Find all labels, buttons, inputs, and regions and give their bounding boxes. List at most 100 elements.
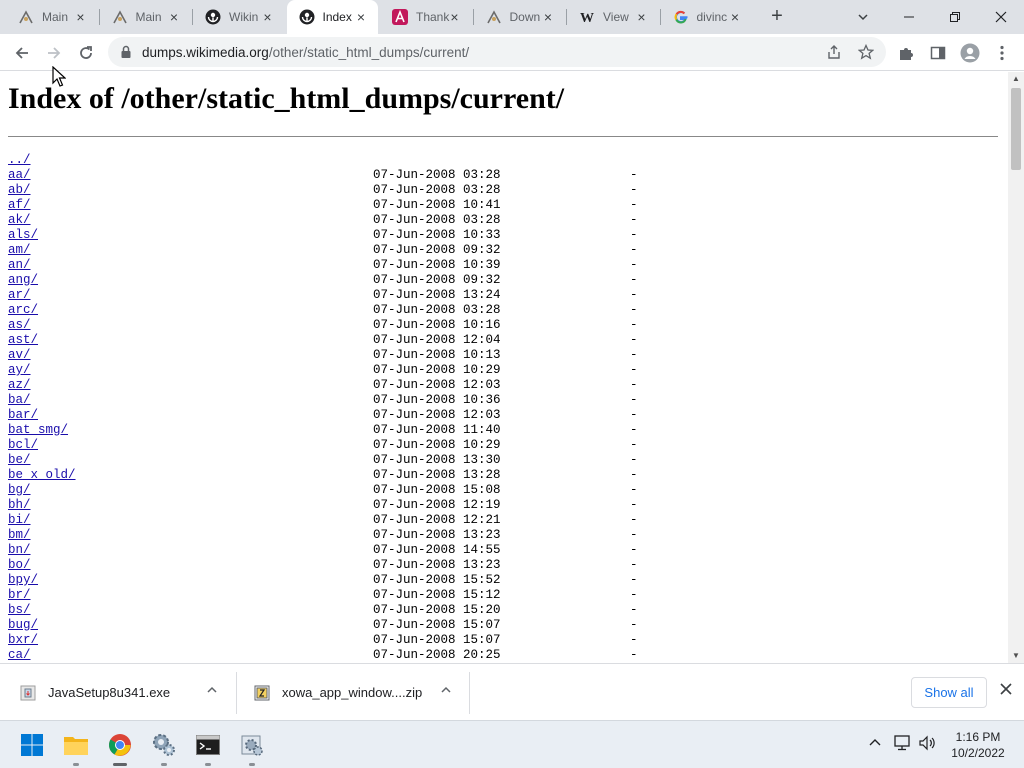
scroll-down-arrow-icon[interactable]: ▼: [1008, 649, 1024, 663]
directory-link[interactable]: ang/: [8, 273, 38, 288]
tab-close-icon[interactable]: ×: [541, 10, 555, 24]
close-window-button[interactable]: [978, 0, 1024, 34]
directory-link[interactable]: ay/: [8, 363, 31, 378]
modified-date: 07-Jun-2008 15:52: [373, 573, 501, 587]
directory-link[interactable]: bn/: [8, 543, 31, 558]
mediawiki-icon: [486, 9, 502, 25]
directory-link[interactable]: bar/: [8, 408, 38, 423]
directory-link[interactable]: bug/: [8, 618, 38, 633]
directory-link[interactable]: ba/: [8, 393, 31, 408]
download-item-1[interactable]: JavaSetup8u341.exe: [20, 664, 170, 721]
directory-link[interactable]: bcl/: [8, 438, 38, 453]
tab-close-icon[interactable]: ×: [167, 10, 181, 24]
file-size: -: [630, 348, 638, 362]
directory-link[interactable]: bh/: [8, 498, 31, 513]
directory-link[interactable]: als/: [8, 228, 38, 243]
directory-link[interactable]: bi/: [8, 513, 31, 528]
extensions-button[interactable]: [892, 39, 920, 67]
directory-link[interactable]: bg/: [8, 483, 31, 498]
download-separator: [469, 672, 470, 714]
folder-icon: [64, 737, 88, 755]
side-panel-button[interactable]: [924, 39, 952, 67]
tab-8[interactable]: divinc ×: [661, 0, 753, 34]
forward-button[interactable]: [40, 39, 68, 67]
file-explorer-taskbar-button[interactable]: [60, 729, 92, 766]
directory-link[interactable]: bm/: [8, 528, 31, 543]
tab-close-icon[interactable]: ×: [448, 10, 462, 24]
directory-link[interactable]: bat_smg/: [8, 423, 68, 438]
file-size: -: [630, 603, 638, 617]
tab-2[interactable]: Main ×: [100, 0, 192, 34]
directory-link[interactable]: bxr/: [8, 633, 38, 648]
running-indicator: [161, 763, 167, 766]
tab-close-icon[interactable]: ×: [354, 10, 368, 24]
network-icon[interactable]: [894, 735, 912, 754]
reload-button[interactable]: [72, 39, 100, 67]
tab-close-icon[interactable]: ×: [728, 10, 742, 24]
directory-link[interactable]: av/: [8, 348, 31, 363]
close-download-shelf-button[interactable]: [996, 681, 1016, 701]
directory-link[interactable]: ak/: [8, 213, 31, 228]
directory-link[interactable]: ca/: [8, 648, 31, 663]
back-button[interactable]: [8, 39, 36, 67]
system-clock[interactable]: 1:16 PM 10/2/2022: [946, 729, 1010, 761]
new-tab-button[interactable]: +: [765, 5, 789, 29]
chrome-taskbar-button[interactable]: [104, 729, 136, 766]
lock-icon[interactable]: [120, 45, 132, 59]
directory-link[interactable]: bpy/: [8, 573, 38, 588]
show-all-downloads-button[interactable]: Show all: [911, 677, 987, 708]
modified-date: 07-Jun-2008 10:39: [373, 258, 501, 272]
scroll-up-arrow-icon[interactable]: ▲: [1008, 72, 1024, 86]
download-2-options-chevron-up-icon[interactable]: [440, 684, 452, 699]
tab-close-icon[interactable]: ×: [635, 10, 649, 24]
wikipedia-w-icon: W: [579, 9, 595, 26]
directory-link[interactable]: af/: [8, 198, 31, 213]
directory-link[interactable]: an/: [8, 258, 31, 273]
tab-1[interactable]: Main ×: [6, 0, 98, 34]
volume-icon[interactable]: [919, 735, 937, 754]
tab-title: View: [603, 10, 629, 24]
directory-link[interactable]: be_x_old/: [8, 468, 76, 483]
directory-link[interactable]: bs/: [8, 603, 31, 618]
directory-link[interactable]: arc/: [8, 303, 38, 318]
download-1-options-chevron-up-icon[interactable]: [206, 684, 218, 699]
settings-app-taskbar-button[interactable]: [148, 729, 180, 766]
menu-button[interactable]: [988, 39, 1016, 67]
bookmark-star-icon[interactable]: [856, 42, 876, 62]
file-size: -: [630, 228, 638, 242]
tab-6[interactable]: Down ×: [474, 0, 566, 34]
installer-taskbar-button[interactable]: [236, 729, 268, 766]
directory-link[interactable]: br/: [8, 588, 31, 603]
tab-close-icon[interactable]: ×: [74, 10, 88, 24]
scroll-thumb[interactable]: [1011, 88, 1021, 170]
profile-button[interactable]: [956, 39, 984, 67]
tab-7[interactable]: W View ×: [567, 0, 659, 34]
minimize-button[interactable]: [886, 0, 932, 34]
file-size: -: [630, 363, 638, 377]
directory-link[interactable]: az/: [8, 378, 31, 393]
directory-link[interactable]: as/: [8, 318, 31, 333]
directory-link[interactable]: am/: [8, 243, 31, 258]
directory-link[interactable]: ab/: [8, 183, 31, 198]
download-item-2[interactable]: xowa_app_window....zip: [254, 664, 422, 721]
show-hidden-icons-chevron-up-icon[interactable]: [868, 735, 882, 752]
directory-link[interactable]: ar/: [8, 288, 31, 303]
restore-button[interactable]: [932, 0, 978, 34]
share-icon[interactable]: [824, 42, 844, 62]
modified-date: 07-Jun-2008 12:03: [373, 378, 501, 392]
directory-link[interactable]: bo/: [8, 558, 31, 573]
tab-close-icon[interactable]: ×: [261, 10, 275, 24]
directory-link[interactable]: be/: [8, 453, 31, 468]
address-bar[interactable]: dumps.wikimedia.org/other/static_html_du…: [108, 37, 886, 67]
terminal-taskbar-button[interactable]: [192, 729, 224, 766]
url-text[interactable]: dumps.wikimedia.org/other/static_html_du…: [142, 45, 469, 60]
tab-3[interactable]: Wikin ×: [193, 0, 285, 34]
directory-link[interactable]: aa/: [8, 168, 31, 183]
page-scrollbar[interactable]: ▲ ▼: [1008, 72, 1024, 663]
directory-link[interactable]: ast/: [8, 333, 38, 348]
tab-4[interactable]: Index ×: [286, 0, 378, 34]
parent-directory-link[interactable]: ../: [8, 153, 31, 168]
tab-5[interactable]: Thank ×: [380, 0, 472, 34]
tab-search-button[interactable]: [840, 0, 886, 34]
start-button[interactable]: [16, 729, 48, 761]
